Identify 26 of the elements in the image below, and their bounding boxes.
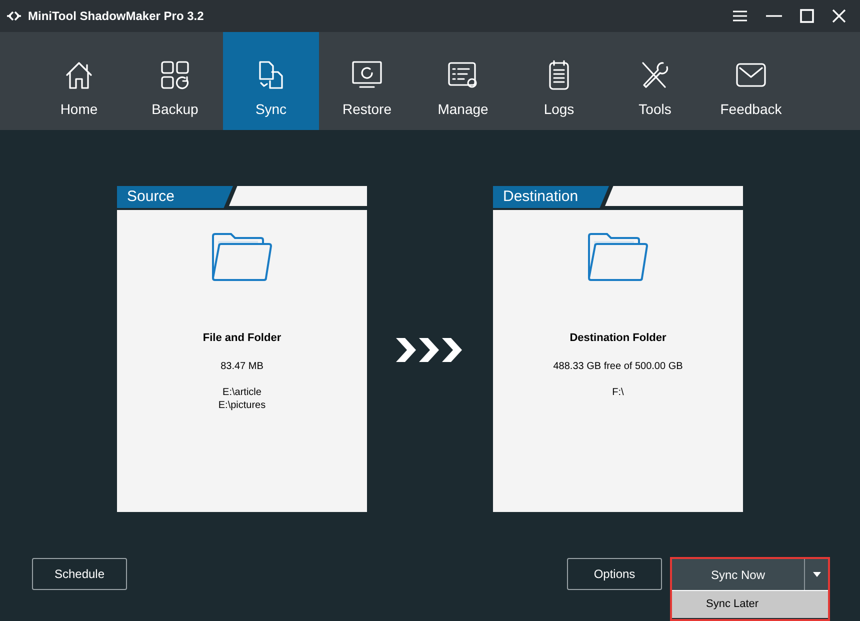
size-text: 488.33 GB free of 500.00 GB xyxy=(553,360,683,374)
folder-icon xyxy=(211,232,273,282)
caret-icon xyxy=(812,572,820,577)
panel-title: File and Folder xyxy=(202,331,282,346)
panel-header: Destination xyxy=(493,186,609,208)
window-title: MiniTool ShadowMaker Pro 3.2 xyxy=(28,8,204,25)
chevrons-icon xyxy=(396,338,464,362)
maximize-icon[interactable] xyxy=(800,9,814,23)
menu-item[interactable]: Sync Later xyxy=(672,590,828,618)
options-button[interactable]: Options xyxy=(567,558,662,590)
path-text: F:\ xyxy=(612,386,624,398)
dropdown-button[interactable] xyxy=(804,559,828,590)
path-text: E:\article xyxy=(222,386,262,398)
app-logo-icon xyxy=(6,9,22,23)
folder-icon xyxy=(587,232,649,282)
grid-icon xyxy=(159,59,191,91)
panel-title: Destination Folder xyxy=(570,331,666,346)
size-text: 83.47 MB xyxy=(220,360,264,374)
monitor-icon xyxy=(351,59,383,91)
panel-header: Source xyxy=(117,186,233,208)
close-icon[interactable] xyxy=(832,9,846,23)
menu-icon[interactable] xyxy=(732,10,748,22)
schedule-button[interactable]: Schedule xyxy=(32,558,127,590)
sync-now-button[interactable]: Sync Now xyxy=(672,559,804,590)
path-text: E:\pictures xyxy=(218,398,266,412)
nav-tab[interactable]: Sync xyxy=(223,32,319,130)
